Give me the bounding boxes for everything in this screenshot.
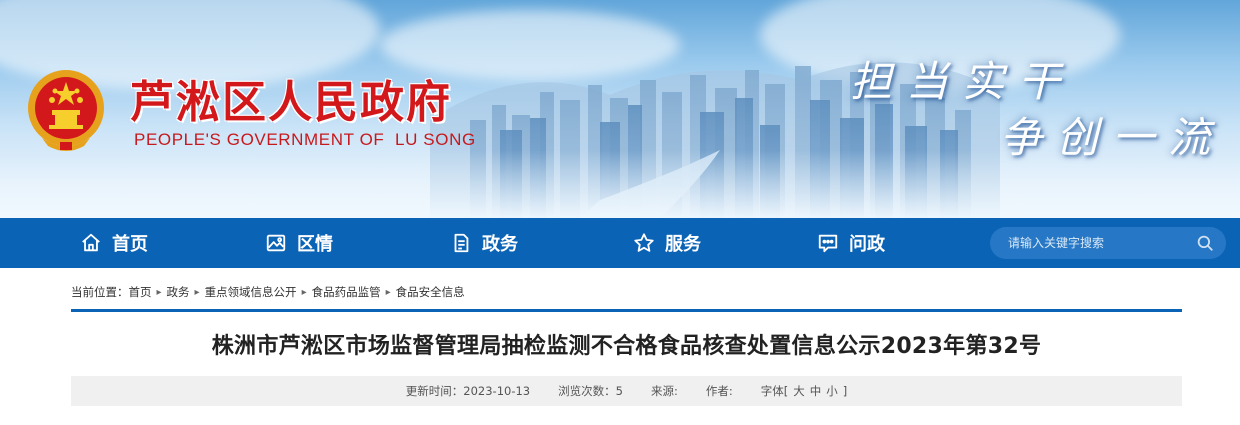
star-icon <box>634 233 654 252</box>
nav-item-label: 政务 <box>482 234 518 255</box>
national-emblem-icon <box>28 70 104 151</box>
breadcrumb-item[interactable]: 食品安全信息 <box>396 284 465 300</box>
slogan-line-2: 争创一流 <box>1000 113 1225 162</box>
slogan-line-1: 担当实干 <box>850 57 1075 106</box>
nav-item-home[interactable]: 首页 <box>80 218 148 268</box>
nav-item-label: 首页 <box>112 234 148 255</box>
meta-source: 来源: <box>650 384 678 398</box>
nav-item-inquiry[interactable]: 问政 <box>817 218 885 268</box>
breadcrumb-separator-icon: ▸ <box>301 286 307 298</box>
breadcrumb-separator-icon: ▸ <box>156 286 162 298</box>
meta-author: 作者: <box>705 384 733 398</box>
chat-icon <box>818 234 838 253</box>
meta-view-count: 浏览次数：5 <box>558 384 623 398</box>
font-size-label: 字体[ <box>760 384 789 398</box>
site-title[interactable]: 芦淞区人民政府 <box>130 66 452 130</box>
search-box <box>990 227 1226 259</box>
article-title: 株洲市芦淞区市场监督管理局抽检监测不合格食品核查处置信息公示2023年第32号 <box>211 334 1042 359</box>
site-subtitle: PEOPLE'S GOVERNMENT OF LU SONG <box>134 130 476 149</box>
font-size-large-button[interactable]: 大 <box>793 383 805 399</box>
main-nav: 首页 区情 政务 服务 问政 <box>0 218 1240 268</box>
font-size-medium-button[interactable]: 中 <box>810 383 822 399</box>
breadcrumb-item[interactable]: 首页 <box>129 284 152 300</box>
nav-item-label: 服务 <box>665 234 701 255</box>
nav-item-label: 区情 <box>297 234 333 255</box>
meta-updated-time: 更新时间：2023-10-13 <box>405 384 531 398</box>
home-icon <box>82 233 100 252</box>
breadcrumb-item[interactable]: 食品药品监管 <box>312 284 381 300</box>
nav-item-affairs[interactable]: 政务 <box>450 218 518 268</box>
font-size-control: 字体[ 大 中 小 ] <box>761 383 848 399</box>
breadcrumb-separator-icon: ▸ <box>194 286 200 298</box>
breadcrumb-separator-icon: ▸ <box>385 286 391 298</box>
search-input[interactable] <box>990 227 1180 259</box>
nav-item-service[interactable]: 服务 <box>633 218 701 268</box>
search-icon[interactable] <box>1196 234 1214 252</box>
breadcrumb-divider <box>71 309 1182 312</box>
font-size-bracket: ] <box>842 384 848 398</box>
font-size-small-button[interactable]: 小 <box>826 383 838 399</box>
article-meta-bar: 更新时间：2023-10-13 浏览次数：5 来源: 作者: 字体[ 大 中 小… <box>71 376 1182 406</box>
nav-item-district[interactable]: 区情 <box>265 218 333 268</box>
nav-item-label: 问政 <box>849 234 885 255</box>
header-banner: 芦淞区人民政府 PEOPLE'S GOVERNMENT OF LU SONG 担… <box>0 0 1240 218</box>
breadcrumb-prefix: 当前位置： <box>71 285 129 299</box>
breadcrumb-item[interactable]: 重点领域信息公开 <box>205 284 297 300</box>
document-icon <box>454 233 469 253</box>
breadcrumb-item[interactable]: 政务 <box>167 284 190 300</box>
breadcrumb: 当前位置： 首页 ▸ 政务 ▸ 重点领域信息公开 ▸ 食品药品监管 ▸ 食品安全… <box>71 284 465 300</box>
picture-icon <box>266 234 286 252</box>
